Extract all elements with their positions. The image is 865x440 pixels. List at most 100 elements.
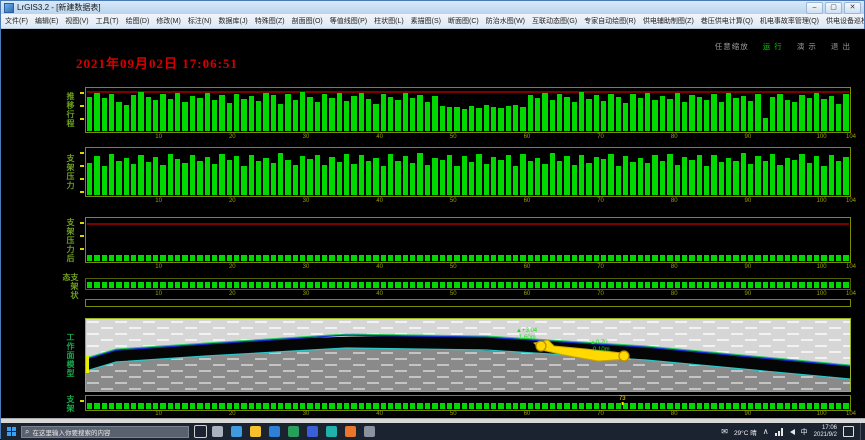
taskbar-icon-file-explorer[interactable] (250, 426, 261, 437)
menu-item-2[interactable]: 编辑(E) (35, 16, 58, 26)
status-bar (249, 282, 254, 288)
supports-bar (535, 403, 540, 409)
x-tick-label: 90 (745, 411, 752, 417)
menu-item-16[interactable]: 互联动态图(G) (532, 16, 577, 26)
model-annotation-1: ▲+3.04 (516, 328, 538, 334)
menu-item-1[interactable]: 文件(F) (5, 16, 28, 26)
panel-label-pressure: 支架压力 (61, 147, 79, 197)
supports-bar (168, 403, 173, 409)
stroke-bar (697, 97, 702, 131)
x-tick-label: 70 (597, 134, 604, 140)
taskbar-icon-app-navy[interactable] (307, 426, 318, 437)
supports-bar (138, 403, 143, 409)
pressure-rear-bar (417, 255, 422, 261)
supports-bar (748, 403, 753, 409)
chevron-up-icon[interactable]: ∧ (763, 427, 769, 436)
start-button[interactable] (1, 423, 21, 440)
status-bar (337, 282, 342, 288)
stroke-bar (506, 106, 511, 131)
menu-item-4[interactable]: 工具(T) (96, 16, 119, 26)
menu-item-13[interactable]: 素描图(S) (411, 16, 441, 26)
pressure-rear-bar (535, 255, 540, 261)
maximize-button[interactable]: ▢ (825, 2, 842, 14)
supports-bar (403, 403, 408, 409)
status-bar (616, 282, 621, 288)
menu-item-5[interactable]: 绘图(D) (126, 16, 150, 26)
taskbar-icon-app-blue[interactable] (269, 426, 280, 437)
supports-bar (373, 403, 378, 409)
menu-item-19[interactable]: 巷压供电计算(Q) (701, 16, 753, 26)
pressure-rear-bar (719, 255, 724, 261)
pressure-rear-bar (763, 255, 768, 261)
mail-icon[interactable]: ✉ (721, 427, 728, 436)
status-bar (843, 282, 848, 288)
pressure-rear-bar (726, 255, 731, 261)
mode-button-2[interactable]: 运 行 (763, 41, 783, 52)
menu-item-20[interactable]: 机电事故率管理(Q) (760, 16, 819, 26)
pressure-rear-bar (645, 255, 650, 261)
taskbar-icon-app-gray[interactable] (364, 426, 375, 437)
status-bar (652, 282, 657, 288)
pressure-rear-bar (285, 255, 290, 261)
network-icon[interactable] (775, 428, 784, 436)
taskbar-icon-app-orange[interactable] (345, 426, 356, 437)
x-tick-label: 50 (450, 411, 457, 417)
menu-item-14[interactable]: 断面图(C) (448, 16, 479, 26)
pressure-bar (601, 159, 606, 195)
pressure-rear-bar (454, 255, 459, 261)
status-bar (315, 282, 320, 288)
menu-item-9[interactable]: 特殊图(Z) (255, 16, 285, 26)
pressure-rear-bar (733, 255, 738, 261)
taskbar-icon-task-view[interactable] (212, 426, 223, 437)
status-bar (528, 282, 533, 288)
pressure-bar (689, 160, 694, 195)
pressure-bar (697, 155, 702, 195)
menu-item-3[interactable]: 视图(V) (65, 16, 88, 26)
menu-item-15[interactable]: 防治水图(W) (486, 16, 525, 26)
status-bar (726, 282, 731, 288)
mode-button-3[interactable]: 演 示 (797, 41, 817, 52)
pressure-rear-bar (652, 255, 657, 261)
pressure-rear-bar (572, 255, 577, 261)
menu-item-7[interactable]: 标注(N) (188, 16, 212, 26)
action-center-icon[interactable] (843, 426, 854, 437)
supports-bar (484, 403, 489, 409)
task-view-button[interactable] (194, 425, 207, 438)
stroke-bar (109, 94, 114, 131)
weather-widget[interactable]: 29°C 晴 (734, 427, 757, 437)
stroke-bar (329, 98, 334, 131)
volume-icon[interactable] (790, 429, 795, 435)
pressure-rear-bar (777, 255, 782, 261)
show-desktop-button[interactable] (860, 423, 864, 440)
taskbar-icon-edge[interactable] (231, 426, 242, 437)
pressure-bar (454, 166, 459, 195)
ime-badge[interactable]: 中 (801, 427, 808, 437)
menu-item-11[interactable]: 等值线图(P) (330, 16, 367, 26)
mode-button-1[interactable]: 任意缩放 (715, 41, 749, 52)
supports-bar (344, 403, 349, 409)
stroke-bar (249, 96, 254, 131)
left-edge-marker (86, 355, 89, 373)
menu-item-21[interactable]: 供电设备巡检(X) (826, 16, 864, 26)
menu-item-12[interactable]: 柱状图(L) (374, 16, 404, 26)
close-button[interactable]: ✕ (844, 2, 861, 14)
menu-item-10[interactable]: 剖面图(O) (292, 16, 323, 26)
taskbar-icon-app-green[interactable] (288, 426, 299, 437)
stroke-bar (660, 96, 665, 131)
search-input[interactable]: ⌕ 在这里输入你要搜索的内容 (21, 426, 189, 438)
menu-item-8[interactable]: 数据库(J) (219, 16, 248, 26)
minimize-button[interactable]: – (806, 2, 823, 14)
pressure-rear-bar (697, 255, 702, 261)
menu-item-18[interactable]: 供电辅助制图(Z) (643, 16, 694, 26)
stroke-bar (792, 102, 797, 131)
supports-bar (175, 403, 180, 409)
pressure-rear-bar (638, 255, 643, 261)
pressure-rear-bar (542, 255, 547, 261)
mode-button-4[interactable]: 退 出 (831, 41, 851, 52)
pressure-bar (814, 156, 819, 195)
menu-item-17[interactable]: 专家自动绘图(R) (584, 16, 636, 26)
taskbar-clock[interactable]: 17:06 2021/9/2 (814, 425, 837, 438)
taskbar-icon-app-teal[interactable] (326, 426, 337, 437)
stroke-bar (770, 97, 775, 131)
menu-item-6[interactable]: 修改(M) (156, 16, 181, 26)
